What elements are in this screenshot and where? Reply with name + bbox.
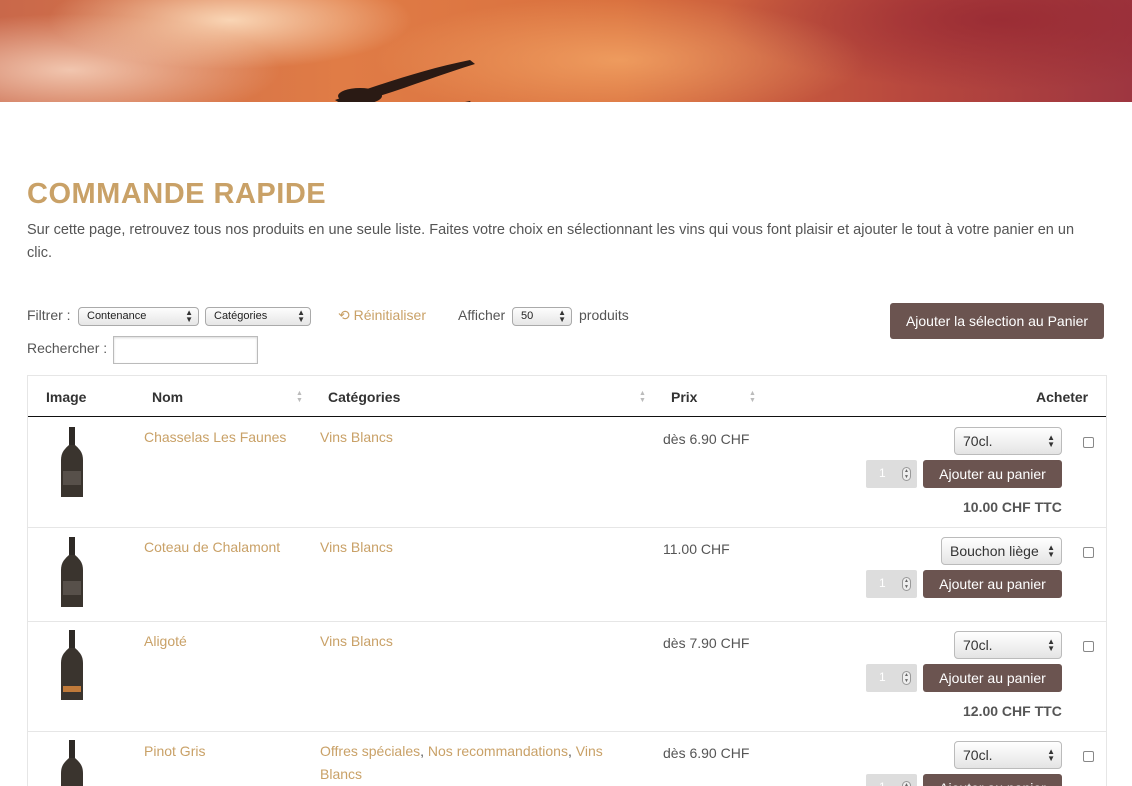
wine-bottle-image[interactable]: [58, 740, 86, 786]
dragonfly-silhouette-image: [335, 60, 475, 102]
search-label: Rechercher :: [27, 340, 108, 356]
select-arrows-icon: ▲ ▼: [1047, 433, 1055, 449]
quantity-stepper[interactable]: 1 ▲▼: [866, 460, 917, 488]
table-row: Pinot Gris Offres spéciales, Nos recomma…: [28, 732, 1106, 786]
search-input[interactable]: [113, 336, 258, 364]
sort-icon[interactable]: ▲ ▼: [749, 390, 756, 404]
product-table: Image Nom ▲ ▼ Catégories ▲ ▼ Prix ▲ ▼ Achet…: [27, 375, 1107, 786]
wine-bottle-image[interactable]: [58, 427, 86, 497]
category-link[interactable]: Vins Blancs: [320, 536, 393, 559]
category-link[interactable]: Vins: [576, 743, 603, 759]
sort-icon[interactable]: ▲ ▼: [639, 390, 646, 404]
column-header-categories[interactable]: Catégories: [328, 389, 400, 405]
table-row: Chasselas Les Faunes Vins Blancs dès 6.9…: [28, 417, 1106, 528]
variant-select[interactable]: 70cl. ▲ ▼: [954, 631, 1062, 659]
column-header-buy: Acheter: [1036, 389, 1089, 405]
wine-bottle-image[interactable]: [58, 630, 86, 700]
page-title: COMMANDE RAPIDE: [27, 178, 327, 210]
page-size-select[interactable]: 50 ▲ ▼: [512, 307, 572, 326]
product-name-link[interactable]: Coteau de Chalamont: [144, 536, 280, 559]
variant-select[interactable]: 70cl. ▲ ▼: [954, 427, 1062, 455]
table-header: Image Nom ▲ ▼ Catégories ▲ ▼ Prix ▲ ▼ Achet…: [28, 376, 1106, 417]
reset-link[interactable]: ⟲ Réinitialiser: [338, 307, 426, 324]
add-to-cart-button[interactable]: Ajouter au panier: [923, 774, 1062, 786]
spinner-icon[interactable]: ▲▼: [902, 577, 911, 591]
sort-icon[interactable]: ▲ ▼: [296, 390, 303, 404]
select-product-checkbox[interactable]: [1083, 547, 1094, 558]
select-arrows-icon: ▲ ▼: [558, 308, 566, 324]
add-selection-to-cart-button[interactable]: Ajouter la sélection au Panier: [890, 303, 1104, 339]
select-product-checkbox[interactable]: [1083, 641, 1094, 652]
category-link[interactable]: Vins Blancs: [320, 426, 393, 449]
variant-select[interactable]: Bouchon liège ▲ ▼: [941, 537, 1062, 565]
product-name-link[interactable]: Aligoté: [144, 630, 187, 653]
category-link[interactable]: Offres spéciales: [320, 743, 420, 759]
category-link[interactable]: Nos recommandations: [428, 743, 568, 759]
contenance-filter-select[interactable]: Contenance ▲ ▼: [78, 307, 199, 326]
quantity-stepper[interactable]: 1 ▲▼: [866, 774, 917, 786]
product-name-link[interactable]: Chasselas Les Faunes: [144, 426, 286, 449]
category-list: Offres spéciales, Nos recommandations, V…: [320, 743, 603, 782]
column-header-name[interactable]: Nom: [152, 389, 183, 405]
select-arrows-icon: ▲ ▼: [1047, 747, 1055, 763]
column-header-image: Image: [46, 389, 87, 405]
show-suffix: produits: [579, 307, 629, 323]
product-price: dès 6.90 CHF: [663, 745, 750, 761]
product-price: dès 7.90 CHF: [663, 635, 750, 651]
spinner-icon[interactable]: ▲▼: [902, 671, 911, 685]
select-arrows-icon: ▲ ▼: [185, 308, 193, 324]
undo-icon: ⟲: [338, 307, 350, 323]
add-to-cart-button[interactable]: Ajouter au panier: [923, 664, 1062, 692]
add-to-cart-button[interactable]: Ajouter au panier: [923, 570, 1062, 598]
product-price: 11.00 CHF: [663, 541, 730, 557]
quantity-stepper[interactable]: 1 ▲▼: [866, 664, 917, 692]
product-name-link[interactable]: Pinot Gris: [144, 740, 205, 763]
table-row: Coteau de Chalamont Vins Blancs 11.00 CH…: [28, 528, 1106, 622]
select-arrows-icon: ▲ ▼: [297, 308, 305, 324]
spinner-icon[interactable]: ▲▼: [902, 467, 911, 481]
select-arrows-icon: ▲ ▼: [1047, 637, 1055, 653]
select-arrows-icon: ▲ ▼: [1047, 543, 1055, 559]
quantity-stepper[interactable]: 1 ▲▼: [866, 570, 917, 598]
hero-banner: [0, 0, 1132, 102]
select-product-checkbox[interactable]: [1083, 751, 1094, 762]
wine-bottle-image[interactable]: [58, 537, 86, 607]
show-label: Afficher: [458, 307, 506, 323]
select-product-checkbox[interactable]: [1083, 437, 1094, 448]
table-row: Aligoté Vins Blancs dès 7.90 CHF 70cl. ▲…: [28, 622, 1106, 732]
variant-select[interactable]: 70cl. ▲ ▼: [954, 741, 1062, 769]
product-price: dès 6.90 CHF: [663, 431, 750, 447]
page-intro: Sur cette page, retrouvez tous nos produ…: [27, 222, 1075, 261]
categories-filter-select[interactable]: Catégories ▲ ▼: [205, 307, 311, 326]
product-total: 12.00 CHF TTC: [963, 703, 1062, 719]
category-link[interactable]: Blancs: [320, 766, 362, 782]
filter-label: Filtrer :: [27, 307, 71, 323]
product-total: 10.00 CHF TTC: [963, 499, 1062, 515]
spinner-icon[interactable]: ▲▼: [902, 781, 911, 786]
column-header-price[interactable]: Prix: [671, 389, 697, 405]
add-to-cart-button[interactable]: Ajouter au panier: [923, 460, 1062, 488]
category-link[interactable]: Vins Blancs: [320, 630, 393, 653]
